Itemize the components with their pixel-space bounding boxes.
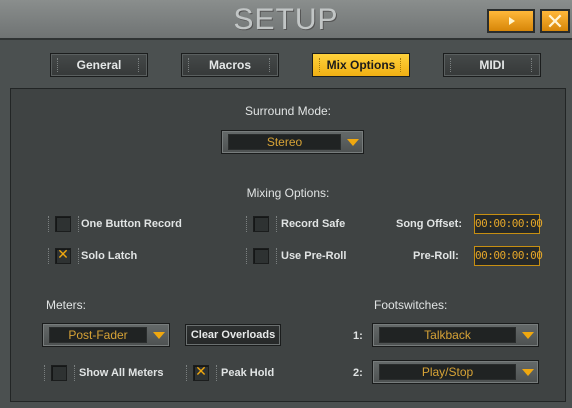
play-icon — [509, 17, 515, 25]
record-safe-label: Record Safe — [281, 218, 346, 230]
title-bar: SETUP ✕ — [0, 0, 572, 40]
mixing-options-label: Mixing Options: — [246, 186, 330, 200]
tab-general[interactable]: General — [50, 53, 148, 77]
tab-bar: General Macros Mix Options MIDI — [0, 42, 572, 88]
meters-mode-dropdown[interactable]: Post-Fader — [42, 323, 170, 347]
preroll-field[interactable]: 00:00:00:00 — [474, 246, 543, 266]
footswitch-1-value: Talkback — [379, 327, 516, 343]
close-icon: ✕ — [545, 10, 565, 35]
show-all-meters-checkbox[interactable] — [44, 364, 78, 382]
close-button[interactable]: ✕ — [540, 9, 570, 35]
footswitch-2-dropdown[interactable]: Play/Stop — [372, 360, 539, 384]
footswitch-1-number: 1: — [353, 330, 363, 342]
song-offset-field[interactable]: 00:00:00:00 — [474, 214, 543, 234]
show-all-meters-label: Show All Meters — [79, 367, 164, 379]
tab-mix-options[interactable]: Mix Options — [312, 53, 410, 77]
preroll-label: Pre-Roll: — [413, 250, 459, 262]
clear-overloads-button[interactable]: Clear Overloads — [185, 324, 281, 346]
checkbox-box — [253, 216, 269, 232]
solo-latch-label: Solo Latch — [81, 250, 138, 262]
chevron-down-icon — [522, 369, 534, 376]
peak-hold-label: Peak Hold — [221, 367, 275, 379]
surround-mode-label: Surround Mode: — [244, 104, 332, 118]
footswitch-2-value: Play/Stop — [379, 364, 516, 380]
surround-mode-dropdown[interactable]: Stereo — [221, 130, 364, 154]
footswitch-2-number: 2: — [353, 367, 363, 379]
chevron-down-icon — [522, 332, 534, 339]
checkbox-box — [51, 365, 67, 381]
chevron-down-icon — [153, 332, 165, 339]
checkmark-x-icon: ✕ — [57, 247, 69, 263]
solo-latch-checkbox[interactable]: ✕ — [48, 247, 82, 265]
one-button-record-label: One Button Record — [81, 218, 182, 230]
use-preroll-label: Use Pre-Roll — [281, 250, 347, 262]
meters-mode-value: Post-Fader — [49, 327, 147, 343]
surround-mode-value: Stereo — [228, 134, 341, 150]
play-button[interactable] — [487, 9, 535, 33]
chevron-down-icon — [347, 139, 359, 146]
checkbox-box — [253, 248, 269, 264]
meters-label: Meters: — [46, 298, 87, 312]
one-button-record-checkbox[interactable] — [48, 215, 82, 233]
peak-hold-checkbox[interactable]: ✕ — [186, 364, 220, 382]
tab-midi[interactable]: MIDI — [443, 53, 541, 77]
song-offset-label: Song Offset: — [396, 218, 462, 230]
record-safe-checkbox[interactable] — [246, 215, 280, 233]
footswitches-label: Footswitches: — [374, 298, 448, 312]
tab-macros[interactable]: Macros — [181, 53, 279, 77]
checkbox-box: ✕ — [193, 364, 209, 381]
checkmark-x-icon: ✕ — [195, 364, 207, 380]
checkbox-box: ✕ — [55, 247, 71, 264]
checkbox-box — [55, 216, 71, 232]
footswitch-1-dropdown[interactable]: Talkback — [372, 323, 539, 347]
use-preroll-checkbox[interactable] — [246, 247, 280, 265]
